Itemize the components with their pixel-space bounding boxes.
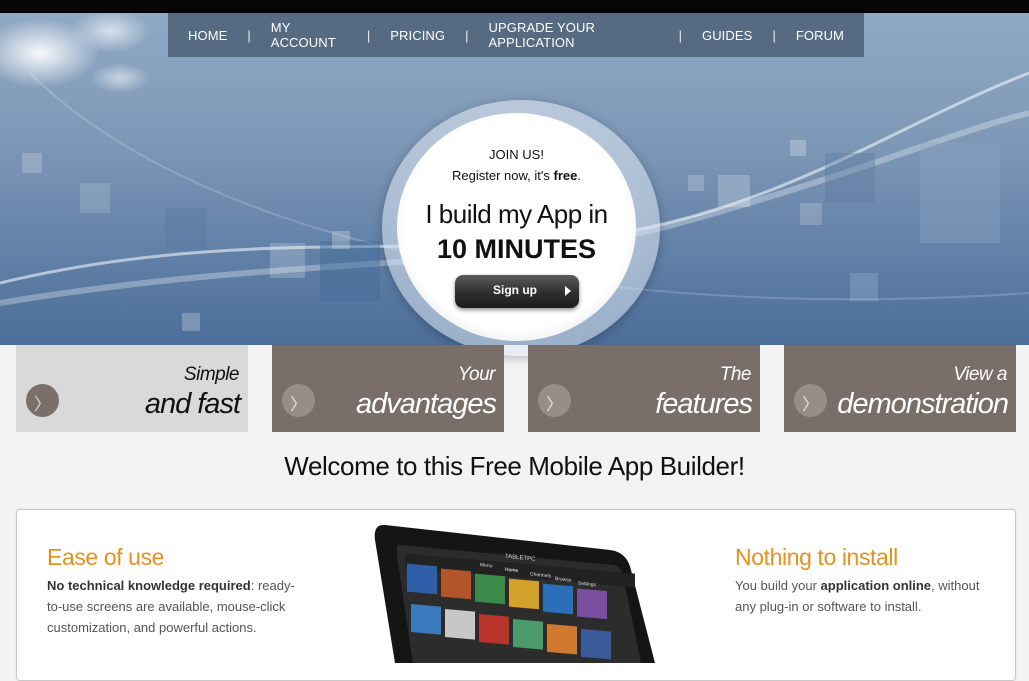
signup-button[interactable]: Sign up xyxy=(455,275,579,308)
tile-simple-and-fast[interactable]: 〉 Simple and fast xyxy=(16,345,248,432)
feature-text-nothing-to-install: You build your application online, witho… xyxy=(735,578,980,614)
tile-line1: The xyxy=(719,364,752,385)
feature-text-ease-of-use: No technical knowledge required: ready-t… xyxy=(47,578,295,635)
signup-label: Sign up xyxy=(493,283,537,297)
hero-headline: I build my App in xyxy=(425,199,608,229)
top-black-strip xyxy=(0,0,1029,13)
tile-line2: features xyxy=(655,388,753,420)
hero-headline-strong: 10 MINUTES xyxy=(436,234,597,264)
tile-the-features[interactable]: 〉 The features xyxy=(528,345,760,432)
play-arrow-icon xyxy=(565,286,571,296)
tile-view-demonstration[interactable]: 〉 View a demonstration xyxy=(784,345,1016,432)
chevron-right-icon: 〉 xyxy=(282,384,315,417)
tile-your-advantages[interactable]: 〉 Your advantages xyxy=(272,345,504,432)
join-us-text: JOIN US! xyxy=(489,147,544,162)
chevron-right-icon: 〉 xyxy=(26,384,59,417)
tablet-illustration: TABLETPC Menu Home Channels Browse Setti… xyxy=(374,524,655,663)
nav-my-account[interactable]: MY ACCOUNT xyxy=(251,20,367,50)
nav-forum[interactable]: FORUM xyxy=(776,28,864,43)
feature-title-nothing-to-install: Nothing to install xyxy=(735,544,898,570)
tile-line2: advantages xyxy=(356,388,497,420)
chevron-right-icon: 〉 xyxy=(538,384,571,417)
tile-line1: View a xyxy=(953,364,1007,385)
welcome-heading: Welcome to this Free Mobile App Builder! xyxy=(284,451,745,481)
tile-line2: and fast xyxy=(144,388,241,420)
nav-home[interactable]: HOME xyxy=(168,28,247,43)
nav-upgrade[interactable]: UPGRADE YOUR APPLICATION xyxy=(469,20,679,50)
main-nav: HOME | MY ACCOUNT | PRICING | UPGRADE YO… xyxy=(168,13,864,57)
tile-line1: Your xyxy=(457,364,496,385)
chevron-right-icon: 〉 xyxy=(794,384,827,417)
feature-title-ease-of-use: Ease of use xyxy=(47,544,165,570)
tile-line1: Simple xyxy=(183,364,240,385)
register-text: Register now, it's free. xyxy=(452,168,581,183)
nav-guides[interactable]: GUIDES xyxy=(682,28,772,43)
nav-pricing[interactable]: PRICING xyxy=(370,28,465,43)
tile-line2: demonstration xyxy=(837,388,1009,420)
